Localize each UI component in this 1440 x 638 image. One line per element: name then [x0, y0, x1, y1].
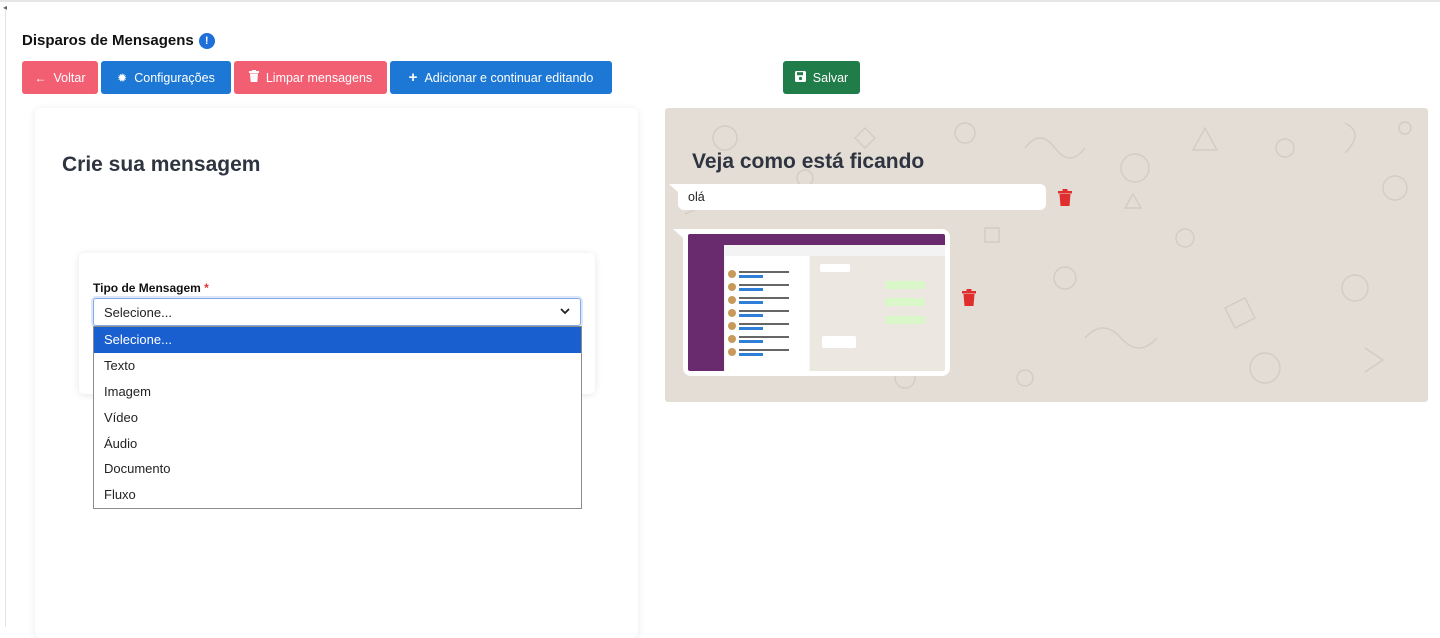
- plus-icon: +: [408, 69, 418, 86]
- gear-icon: ✹: [117, 70, 128, 85]
- option-fluxo[interactable]: Fluxo: [94, 482, 581, 508]
- page-title: Disparos de Mensagens !: [22, 32, 215, 49]
- delete-text-message-trash-icon[interactable]: [1058, 189, 1072, 206]
- page-title-text: Disparos de Mensagens: [22, 32, 194, 49]
- option-audio[interactable]: Áudio: [94, 430, 581, 456]
- clear-messages-button[interactable]: Limpar mensagens: [234, 61, 387, 94]
- message-type-label-text: Tipo de Mensagem: [93, 281, 201, 295]
- editor-heading: Crie sua mensagem: [62, 153, 261, 176]
- message-type-select[interactable]: Selecione...: [93, 298, 581, 326]
- settings-button[interactable]: ✹ Configurações: [101, 61, 231, 94]
- save-button[interactable]: Salvar: [783, 61, 860, 94]
- option-selecione[interactable]: Selecione...: [94, 327, 581, 353]
- settings-button-label: Configurações: [134, 70, 215, 85]
- message-type-selected-value: Selecione...: [104, 304, 172, 320]
- top-border: [0, 0, 1440, 2]
- message-type-label: Tipo de Mensagem *: [93, 281, 209, 295]
- preview-image-thumbnail: [688, 234, 945, 371]
- back-button[interactable]: ← Voltar: [22, 61, 98, 94]
- option-texto[interactable]: Texto: [94, 353, 581, 379]
- left-border: [5, 10, 6, 627]
- message-type-dropdown: Selecione... Texto Imagem Vídeo Áudio Do…: [93, 326, 582, 509]
- preview-image-message: [683, 229, 950, 376]
- floppy-disk-icon: [794, 70, 806, 85]
- preview-heading: Veja como está ficando: [692, 150, 925, 173]
- add-continue-button[interactable]: + Adicionar e continuar editando: [390, 61, 612, 94]
- option-imagem[interactable]: Imagem: [94, 379, 581, 405]
- trash-icon: [248, 70, 259, 85]
- option-video[interactable]: Vídeo: [94, 404, 581, 430]
- info-icon[interactable]: !: [198, 32, 215, 49]
- save-button-label: Salvar: [812, 70, 849, 85]
- bubble-tail: [673, 229, 683, 238]
- clear-messages-label: Limpar mensagens: [265, 70, 373, 85]
- preview-text-message: olá: [678, 184, 1046, 210]
- chevron-down-icon: [560, 306, 570, 318]
- back-button-label: Voltar: [53, 70, 86, 85]
- required-mark: *: [204, 281, 209, 295]
- option-documento[interactable]: Documento: [94, 456, 581, 482]
- arrow-left-icon: ←: [34, 70, 47, 85]
- delete-image-message-trash-icon[interactable]: [962, 289, 976, 306]
- add-continue-label: Adicionar e continuar editando: [424, 70, 594, 85]
